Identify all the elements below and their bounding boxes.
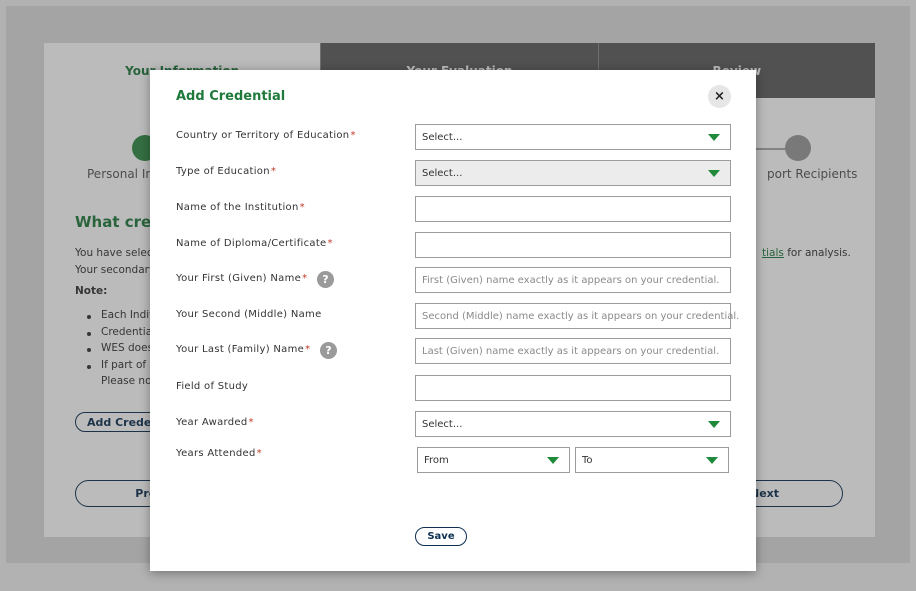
- field-of-study-row: Field of Study: [150, 375, 756, 401]
- chevron-down-icon: [547, 457, 559, 464]
- country-row: Country or Territory of Education* Selec…: [150, 124, 756, 150]
- country-label: Country or Territory of Education*: [176, 130, 356, 141]
- years-attended-row: Years Attended* From To: [150, 447, 756, 473]
- modal-title: Add Credential: [176, 89, 286, 104]
- field-of-study-input[interactable]: [415, 375, 731, 401]
- diploma-input[interactable]: [415, 232, 731, 258]
- last-name-input[interactable]: Last (Given) name exactly as it appears …: [415, 338, 731, 364]
- country-select-value: Select...: [422, 131, 463, 143]
- type-row: Type of Education* Select...: [150, 160, 756, 186]
- country-select[interactable]: Select...: [415, 124, 731, 150]
- years-to-select[interactable]: To: [575, 447, 729, 473]
- year-awarded-select[interactable]: Select...: [415, 411, 731, 437]
- last-name-placeholder: Last (Given) name exactly as it appears …: [422, 345, 720, 357]
- chevron-down-icon: [708, 170, 720, 177]
- save-button[interactable]: Save: [415, 527, 467, 546]
- required-asterisk: *: [248, 417, 254, 428]
- year-awarded-label: Year Awarded*: [176, 417, 254, 428]
- required-asterisk: *: [256, 448, 262, 459]
- first-name-row: Your First (Given) Name* ? First (Given)…: [150, 267, 756, 293]
- required-asterisk: *: [327, 238, 333, 249]
- type-select[interactable]: Select...: [415, 160, 731, 186]
- add-credential-modal: Add Credential × Country or Territory of…: [150, 70, 756, 571]
- help-icon[interactable]: ?: [317, 271, 334, 288]
- institution-row: Name of the Institution*: [150, 196, 756, 222]
- help-icon[interactable]: ?: [320, 342, 337, 359]
- chevron-down-icon: [708, 134, 720, 141]
- first-name-label: Your First (Given) Name*: [176, 273, 308, 284]
- required-asterisk: *: [299, 202, 305, 213]
- required-asterisk: *: [302, 273, 308, 284]
- middle-name-input[interactable]: Second (Middle) name exactly as it appea…: [415, 303, 739, 329]
- middle-name-placeholder: Second (Middle) name exactly as it appea…: [422, 310, 740, 322]
- type-label: Type of Education*: [176, 166, 277, 177]
- field-of-study-label: Field of Study: [176, 381, 249, 392]
- last-name-row: Your Last (Family) Name* ? Last (Given) …: [150, 338, 756, 364]
- years-from-value: From: [424, 454, 449, 466]
- first-name-input[interactable]: First (Given) name exactly as it appears…: [415, 267, 731, 293]
- close-icon: ×: [714, 89, 725, 104]
- years-to-value: To: [582, 454, 593, 466]
- institution-input[interactable]: [415, 196, 731, 222]
- diploma-row: Name of Diploma/Certificate*: [150, 232, 756, 258]
- last-name-label: Your Last (Family) Name*: [176, 344, 311, 355]
- required-asterisk: *: [350, 130, 356, 141]
- years-attended-label: Years Attended*: [176, 448, 262, 459]
- years-from-select[interactable]: From: [417, 447, 570, 473]
- required-asterisk: *: [270, 166, 277, 177]
- diploma-label: Name of Diploma/Certificate*: [176, 238, 333, 249]
- close-button[interactable]: ×: [708, 85, 731, 108]
- required-asterisk: *: [305, 344, 311, 355]
- middle-name-row: Your Second (Middle) Name Second (Middle…: [150, 303, 756, 329]
- year-awarded-row: Year Awarded* Select...: [150, 411, 756, 437]
- institution-label: Name of the Institution*: [176, 202, 305, 213]
- year-awarded-value: Select...: [422, 418, 463, 430]
- type-select-value: Select...: [422, 167, 463, 179]
- middle-name-label: Your Second (Middle) Name: [176, 309, 322, 320]
- chevron-down-icon: [706, 457, 718, 464]
- first-name-placeholder: First (Given) name exactly as it appears…: [422, 274, 720, 286]
- chevron-down-icon: [708, 421, 720, 428]
